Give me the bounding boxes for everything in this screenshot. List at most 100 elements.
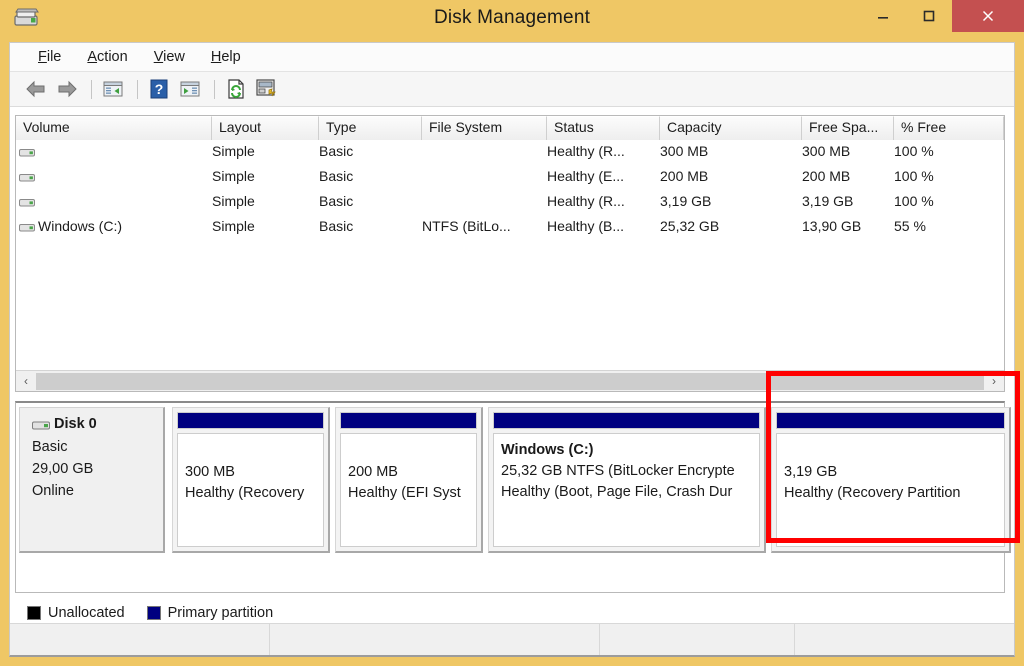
scrollbar-thumb[interactable] [36,372,984,390]
partition-type-bar [177,412,324,429]
partition-box[interactable]: 3,19 GB Healthy (Recovery Partition [771,407,1011,553]
partition-size: 3,19 GB [784,464,838,480]
volume-list-panel: Volume Layout Type File System Status Capacit… [15,115,1005,392]
column-header-type[interactable]: Type [319,116,422,140]
status-bar [10,623,1014,655]
cell-type: Basic [319,168,354,184]
client-area: FFileile Action View Help [9,42,1015,657]
menu-bar: FFileile Action View Help [10,43,1014,72]
cell-percent_free: 100 % [894,193,934,209]
disk-size: 29,00 GB [32,461,94,477]
volume-list-rows: Simple Basic Healthy (R... 300 MB 300 MB 100 … [16,140,1004,240]
title-bar: Disk Management [0,0,1024,42]
minimize-button[interactable] [860,0,906,32]
partition-type-bar [776,412,1005,429]
partition-box[interactable]: 300 MB Healthy (Recovery [172,407,330,553]
column-header-free_space[interactable]: Free Spa... [802,116,894,140]
cell-status: Healthy (R... [547,193,625,209]
partition-details: 300 MB Healthy (Recovery [177,433,324,547]
column-header-capacity[interactable]: Capacity [660,116,802,140]
disk-management-window: Disk Management FFileile Action View Hel… [0,0,1024,666]
column-header-layout[interactable]: Layout [212,116,319,140]
partition-size: 300 MB [185,464,235,480]
menu-item-help[interactable]: Help [200,46,252,68]
column-header-volume[interactable]: Volume [16,116,212,140]
table-row[interactable]: Simple Basic Healthy (R... 300 MB 300 MB 100 … [16,140,1004,165]
forward-arrow-icon[interactable] [53,76,81,102]
disk-status: Online [32,483,74,499]
toolbar-separator [214,79,215,99]
column-header-file_system[interactable]: File System [422,116,547,140]
volume-list-header: Volume Layout Type File System Status Capacit… [16,116,1004,140]
cell-volume [16,190,212,215]
scroll-right-arrow-icon[interactable]: › [984,371,1004,391]
cell-free_space: 13,90 GB [802,218,862,234]
table-row[interactable]: Simple Basic Healthy (R... 3,19 GB 3,19 GB 10… [16,190,1004,215]
menu-item-file[interactable]: FFileile [27,46,72,68]
partition-details: 3,19 GB Healthy (Recovery Partition [776,433,1005,547]
close-button[interactable] [952,0,1024,32]
partition-size: 200 MB [348,464,398,480]
scroll-left-arrow-icon[interactable]: ‹ [16,371,36,391]
cell-percent_free: 100 % [894,168,934,184]
legend-label: Primary partition [167,605,274,621]
toolbar-separator [137,79,138,99]
table-row[interactable]: Simple Basic Healthy (E... 200 MB 200 MB 100 … [16,165,1004,190]
disk-type: Basic [32,439,68,455]
status-cell [795,624,1014,655]
refresh-icon[interactable] [222,76,250,102]
column-header-status[interactable]: Status [547,116,660,140]
partition-type-bar [493,412,760,429]
show-hide-console-tree-icon[interactable] [99,76,127,102]
toolbar-separator [91,79,92,99]
rescan-disks-icon[interactable] [253,76,281,102]
legend-label: Unallocated [48,605,125,621]
volume-label: Windows (C:) [38,218,123,234]
menu-item-action[interactable]: Action [76,46,138,68]
legend-swatch [27,606,41,620]
partition-size: 25,32 GB NTFS (BitLocker Encrypte [501,463,735,479]
scrollbar-track[interactable] [36,372,984,390]
cell-capacity: 25,32 GB [660,218,720,234]
disk-info-box[interactable]: Disk 0 Basic 29,00 GB Online [19,407,165,553]
svg-text:?: ? [155,81,164,97]
maximize-button[interactable] [906,0,952,32]
show-hide-action-pane-icon[interactable] [176,76,204,102]
partition-box[interactable]: 200 MB Healthy (EFI Syst [335,407,483,553]
volume-list-horizontal-scrollbar[interactable]: ‹ › [16,370,1004,391]
cell-capacity: 300 MB [660,143,709,159]
cell-volume [16,165,212,190]
disk-title: Disk 0 [32,416,163,436]
cell-layout: Simple [212,218,255,234]
cell-free_space: 300 MB [802,143,851,159]
partition-status: Healthy (Boot, Page File, Crash Dur [501,484,733,500]
drive-icon [19,146,35,157]
back-arrow-icon[interactable] [22,76,50,102]
table-row[interactable]: Windows (C:) Simple Basic NTFS (BitLo... Hea… [16,215,1004,240]
status-cell [600,624,795,655]
disk-row-0: Disk 0 Basic 29,00 GB Online 300 MB Healt… [19,407,1019,562]
cell-layout: Simple [212,193,255,209]
cell-file_system [422,140,547,165]
partition-details: 200 MB Healthy (EFI Syst [340,433,477,547]
cell-capacity: 3,19 GB [660,193,712,209]
toolbar: ? [10,72,1014,107]
partition-status: Healthy (Recovery Partition [784,485,961,501]
help-icon[interactable]: ? [145,76,173,102]
window-controls [860,0,1024,32]
partition-type-bar [340,412,477,429]
cell-status: Healthy (R... [547,143,625,159]
cell-layout: Simple [212,168,255,184]
cell-capacity: 200 MB [660,168,709,184]
menu-item-view[interactable]: View [143,46,196,68]
status-cell [10,624,270,655]
partition-title: Windows (C:) [501,442,594,458]
partition-status: Healthy (Recovery [185,485,305,501]
cell-status: Healthy (E... [547,168,625,184]
cell-volume: Windows (C:) [16,215,212,240]
legend-swatch [146,606,161,620]
column-header-percent_free[interactable]: % Free [894,116,1004,140]
partition-status: Healthy (EFI Syst [348,485,461,501]
partition-box[interactable]: Windows (C:) 25,32 GB NTFS (BitLocker Enc… [488,407,766,553]
cell-percent_free: 100 % [894,143,934,159]
